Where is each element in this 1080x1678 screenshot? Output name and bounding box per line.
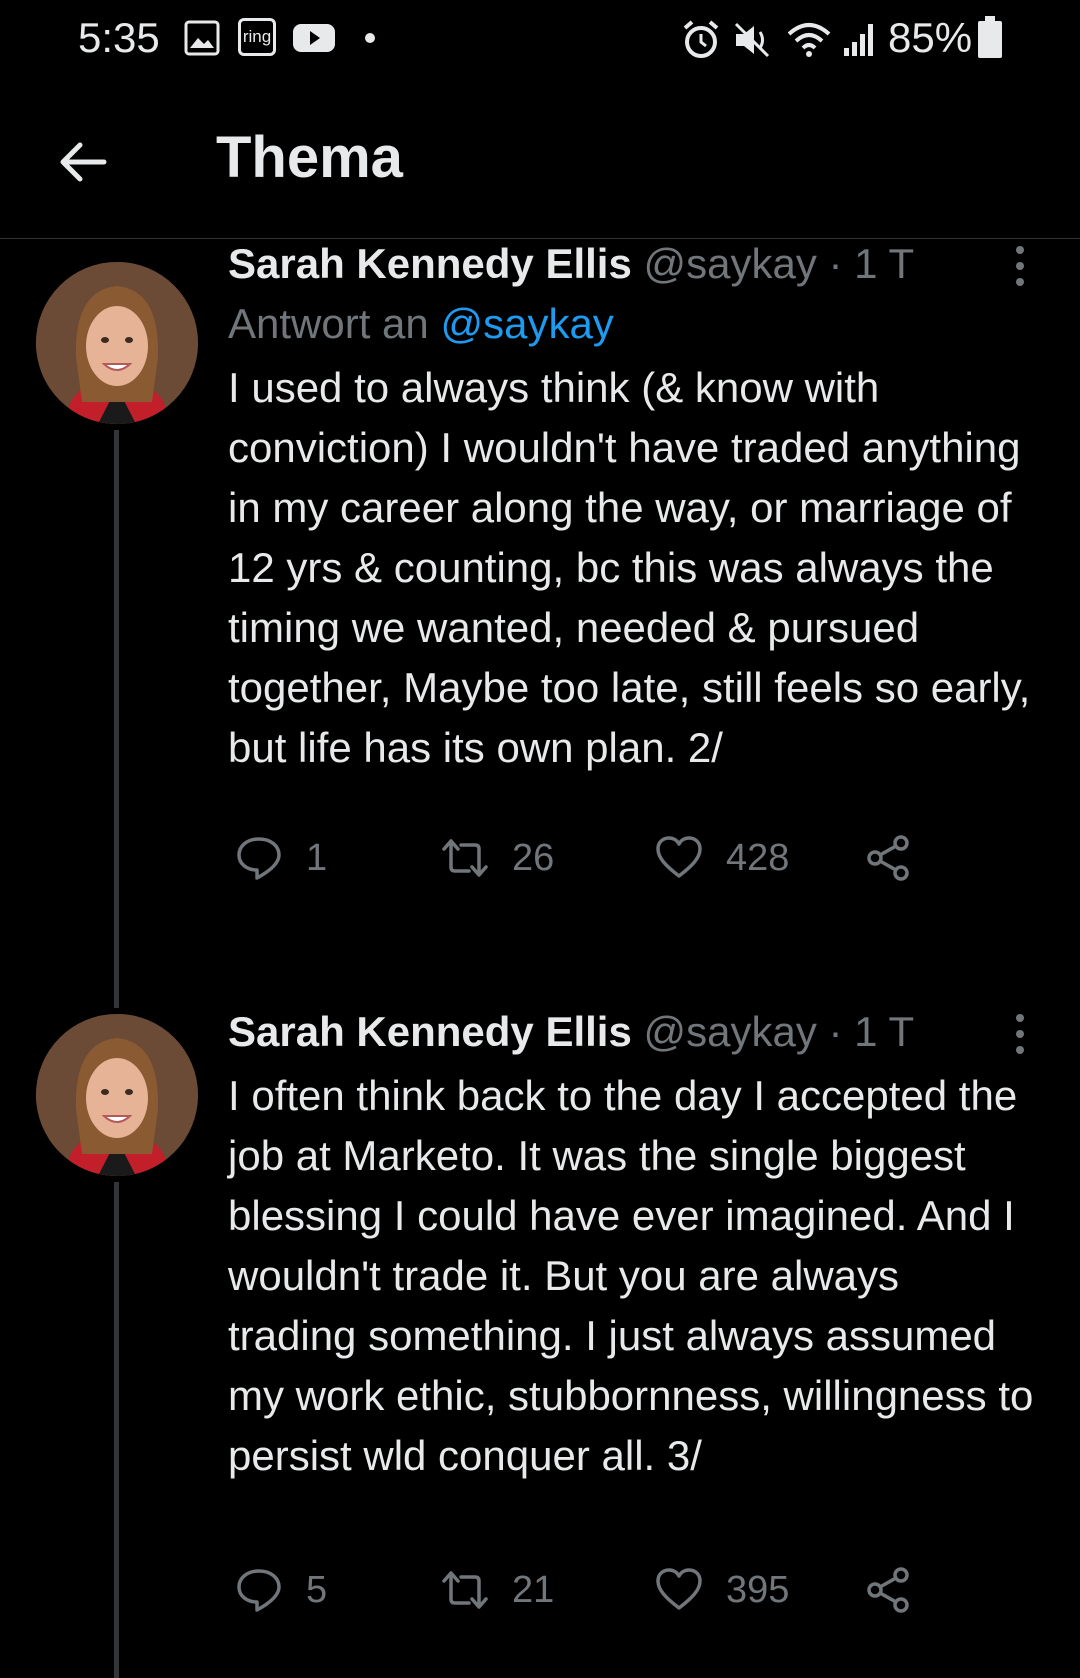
more-options-icon[interactable] (1010, 246, 1030, 296)
app-header: Thema (0, 80, 1080, 239)
author-handle[interactable]: @saykay (644, 1008, 817, 1055)
reply-count: 5 (306, 1568, 328, 1611)
tweet-header: Sarah Kennedy Ellis @saykay · 1 T (228, 1008, 914, 1056)
ring-icon: ring (238, 18, 276, 56)
alarm-icon (683, 20, 719, 58)
more-options-icon[interactable] (1010, 1014, 1030, 1064)
like-count: 395 (726, 1568, 790, 1611)
tweet-time: · 1 T (828, 1008, 915, 1055)
signal-icon (844, 24, 873, 56)
heart-icon (656, 1568, 702, 1610)
reply-context: Antwort an @saykay (228, 300, 614, 348)
tweet-actions: 5 21 395 (228, 1560, 928, 1620)
avatar[interactable] (36, 1014, 198, 1176)
mute-icon (734, 22, 770, 58)
author-name[interactable]: Sarah Kennedy Ellis (228, 1008, 632, 1055)
heart-icon (656, 836, 702, 878)
reply-button[interactable]: 5 (234, 1560, 327, 1620)
retweet-count: 26 (512, 836, 555, 879)
tweet-header: Sarah Kennedy Ellis @saykay · 1 T (228, 240, 914, 288)
tweet-text: I used to always think (& know with conv… (228, 364, 1031, 771)
image-icon (184, 20, 220, 56)
thread-line (114, 1182, 119, 1678)
retweet-icon (442, 1571, 488, 1609)
retweet-icon (442, 839, 488, 877)
share-button[interactable] (864, 828, 936, 888)
tweet-text: I often think back to the day I accepted… (228, 1072, 1034, 1479)
youtube-icon (293, 24, 335, 52)
share-icon (867, 835, 909, 881)
reply-count: 1 (306, 836, 328, 879)
battery-icon (978, 16, 1002, 58)
page-title: Thema (216, 125, 403, 190)
like-button[interactable]: 428 (654, 828, 789, 888)
retweet-count: 21 (512, 1568, 555, 1611)
wifi-icon (787, 23, 831, 57)
like-count: 428 (726, 836, 790, 879)
reply-icon (237, 1569, 281, 1612)
reply-prefix: Antwort an (228, 300, 429, 347)
reply-button[interactable]: 1 (234, 828, 327, 888)
reply-icon (237, 837, 281, 880)
share-icon (867, 1567, 909, 1613)
share-button[interactable] (864, 1560, 936, 1620)
battery-percent: 85% (888, 14, 973, 61)
like-button[interactable]: 395 (654, 1560, 789, 1620)
status-time: 5:35 (78, 14, 160, 61)
avatar[interactable] (36, 262, 198, 424)
tweet-actions: 1 26 428 (228, 828, 928, 888)
tweet-time: · 1 T (828, 240, 915, 287)
author-handle[interactable]: @saykay (644, 240, 817, 287)
reply-handle-link[interactable]: @saykay (440, 300, 613, 347)
thread-line (114, 430, 119, 1008)
retweet-button[interactable]: 21 (440, 1560, 554, 1620)
author-name[interactable]: Sarah Kennedy Ellis (228, 240, 632, 287)
back-arrow-icon[interactable] (54, 132, 114, 192)
dot-icon (365, 33, 375, 43)
retweet-button[interactable]: 26 (440, 828, 554, 888)
status-bar: 5:35 ring 85% (0, 0, 1080, 80)
